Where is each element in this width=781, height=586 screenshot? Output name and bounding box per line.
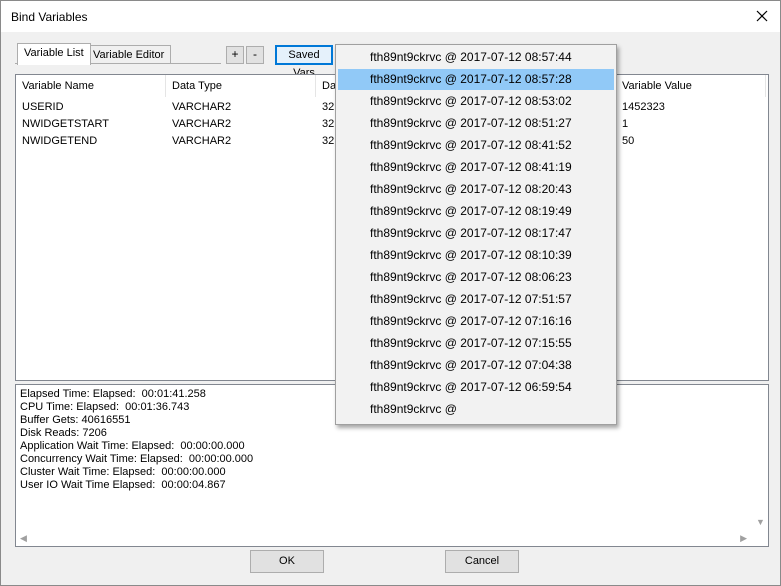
table-row-userid-type[interactable]: VARCHAR2 [166,99,231,116]
remove-variable-button[interactable]: - [246,46,264,64]
table-row-nwidgetstart-name[interactable]: NWIDGETSTART [16,116,109,133]
dropdown-item[interactable]: fth89nt9ckrvc @ 2017-07-12 08:57:28 [338,69,614,90]
dropdown-item[interactable]: fth89nt9ckrvc @ 2017-07-12 08:41:52 [338,135,614,156]
table-row-nwidgetstart-type[interactable]: VARCHAR2 [166,116,231,133]
title-bar: Bind Variables [1,1,780,32]
table-row-userid-size[interactable]: 32 [316,99,334,116]
vertical-scrollbar[interactable]: ▼ [752,385,768,529]
stat-cluster-wait: Cluster Wait Time: Elapsed: 00:00:00.000 [20,466,226,478]
table-row-nwidgetend-size[interactable]: 32 [316,133,334,150]
dropdown-item[interactable]: fth89nt9ckrvc @ 2017-07-12 08:06:23 [338,267,614,288]
saved-vars-dropdown[interactable]: fth89nt9ckrvc @ 2017-07-12 08:57:44 fth89… [335,44,617,425]
close-icon [756,10,768,22]
column-header-value[interactable]: Variable Value [616,75,766,97]
tab-variable-list[interactable]: Variable List [17,43,91,65]
stat-cpu-time: CPU Time: Elapsed: 00:01:36.743 [20,401,190,413]
bind-variables-dialog: Bind Variables Variable List Variable Ed… [0,0,781,586]
stat-user-io-wait: User IO Wait Time Elapsed: 00:00:04.867 [20,479,226,491]
ok-button[interactable]: OK [250,550,324,573]
dropdown-item[interactable]: fth89nt9ckrvc @ 2017-07-12 08:51:27 [338,113,614,134]
dropdown-item[interactable]: fth89nt9ckrvc @ 2017-07-12 08:53:02 [338,91,614,112]
stat-concurrency-wait: Concurrency Wait Time: Elapsed: 00:00:00… [20,453,254,465]
dropdown-item[interactable]: fth89nt9ckrvc @ 2017-07-12 07:51:57 [338,289,614,310]
saved-vars-button[interactable]: Saved Vars [275,45,333,79]
dropdown-item[interactable]: fth89nt9ckrvc @ 2017-07-12 08:17:47 [338,223,614,244]
dropdown-item[interactable]: fth89nt9ckrvc @ 2017-07-12 06:59:54 [338,377,614,398]
table-row-nwidgetend-value[interactable]: 50 [616,133,634,150]
stat-elapsed-time: Elapsed Time: Elapsed: 00:01:41.258 [20,388,206,400]
table-row-nwidgetend-type[interactable]: VARCHAR2 [166,133,231,150]
dropdown-item[interactable]: fth89nt9ckrvc @ 2017-07-12 08:19:49 [338,201,614,222]
horizontal-scrollbar[interactable]: ◀ ▶ [16,530,751,546]
column-header-name[interactable]: Variable Name [16,75,166,97]
table-row-nwidgetstart-value[interactable]: 1 [616,116,628,133]
dropdown-item[interactable]: fth89nt9ckrvc @ 2017-07-12 08:57:44 [338,47,614,68]
dropdown-item[interactable]: fth89nt9ckrvc @ [338,399,614,420]
dropdown-item[interactable]: fth89nt9ckrvc @ 2017-07-12 07:04:38 [338,355,614,376]
column-header-type[interactable]: Data Type [166,75,316,97]
chevron-left-icon[interactable]: ◀ [20,533,27,544]
table-row-nwidgetstart-size[interactable]: 32 [316,116,334,133]
chevron-right-icon[interactable]: ▶ [740,533,747,544]
window-title: Bind Variables [11,10,88,24]
dropdown-item[interactable]: fth89nt9ckrvc @ 2017-07-12 08:41:19 [338,157,614,178]
table-row-userid-value[interactable]: 1452323 [616,99,665,116]
dropdown-item[interactable]: fth89nt9ckrvc @ 2017-07-12 07:15:55 [338,333,614,354]
dropdown-item[interactable]: fth89nt9ckrvc @ 2017-07-12 08:10:39 [338,245,614,266]
tab-variable-editor[interactable]: Variable Editor [86,45,172,64]
close-button[interactable] [752,6,772,26]
dropdown-item[interactable]: fth89nt9ckrvc @ 2017-07-12 08:20:43 [338,179,614,200]
chevron-down-icon[interactable]: ▼ [756,517,765,527]
add-variable-button[interactable]: + [226,46,244,64]
table-row-userid-name[interactable]: USERID [16,99,64,116]
stat-disk-reads: Disk Reads: 7206 [20,427,107,439]
cancel-button[interactable]: Cancel [445,550,519,573]
table-row-nwidgetend-name[interactable]: NWIDGETEND [16,133,97,150]
stat-buffer-gets: Buffer Gets: 40616551 [20,414,131,426]
stat-application-wait: Application Wait Time: Elapsed: 00:00:00… [20,440,245,452]
dropdown-item[interactable]: fth89nt9ckrvc @ 2017-07-12 07:16:16 [338,311,614,332]
